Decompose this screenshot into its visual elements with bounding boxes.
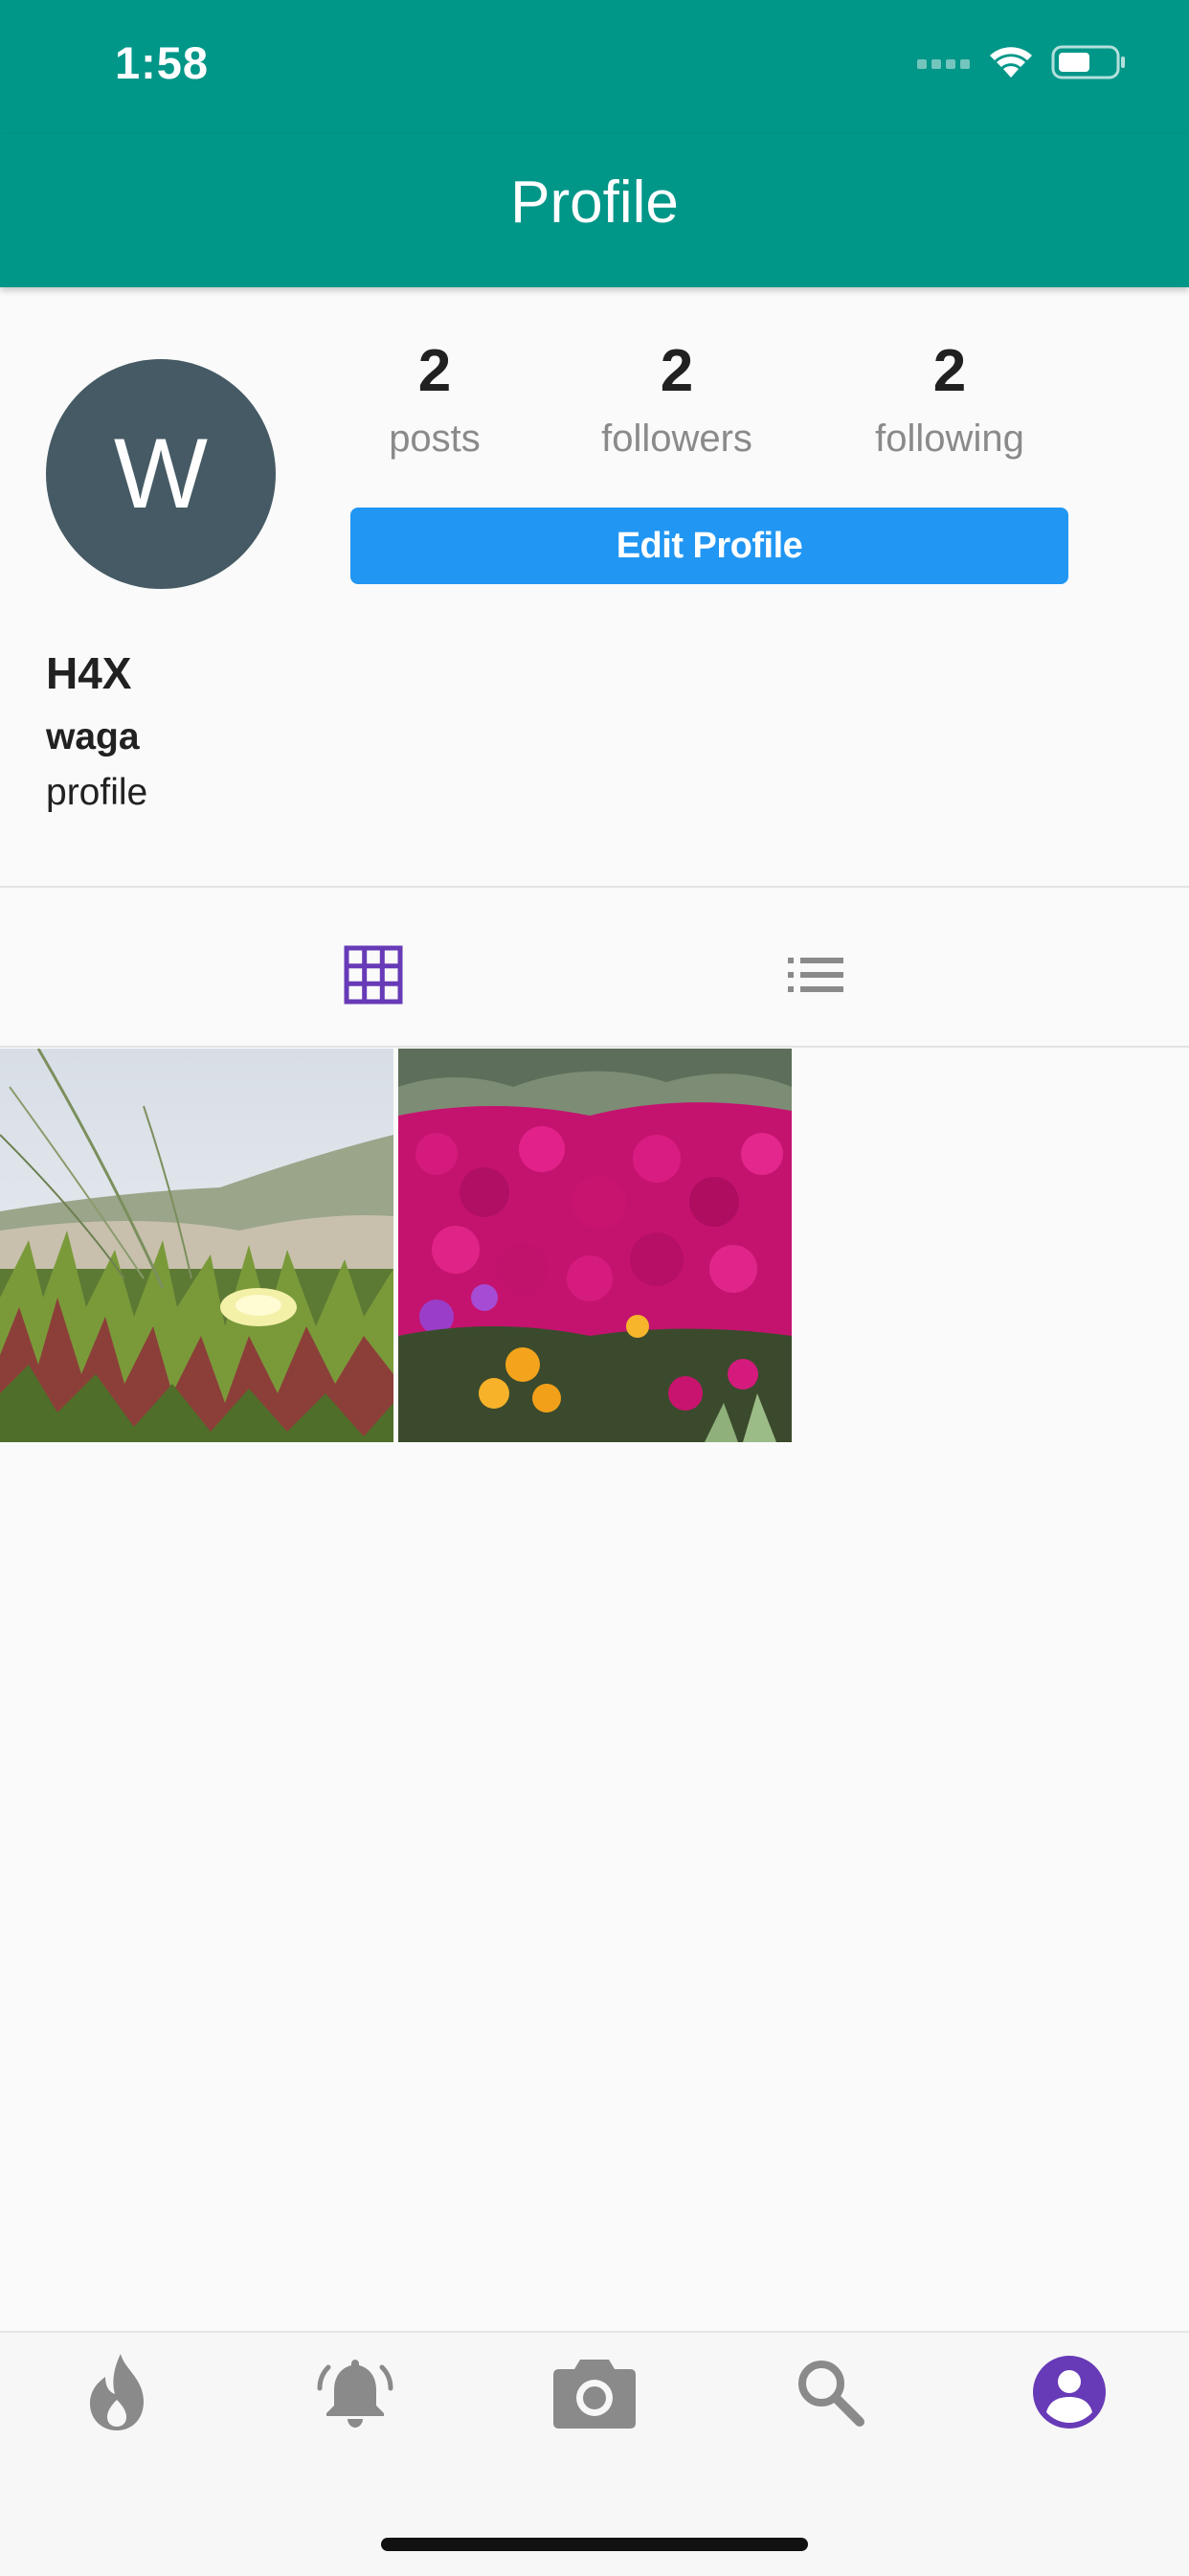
cellular-signal-icon bbox=[917, 56, 971, 74]
edit-profile-button[interactable]: Edit Profile bbox=[350, 508, 1068, 584]
avatar[interactable]: W bbox=[46, 359, 276, 589]
status-bar: 1:58 bbox=[0, 0, 1189, 134]
home-indicator bbox=[381, 2538, 808, 2551]
wifi-icon bbox=[988, 45, 1034, 84]
username: waga bbox=[46, 716, 140, 757]
tab-profile[interactable] bbox=[1026, 2351, 1112, 2437]
list-view-toggle[interactable] bbox=[777, 938, 854, 1015]
page-title: Profile bbox=[510, 169, 679, 236]
posts-count: 2 bbox=[417, 338, 452, 404]
following-label: following bbox=[875, 418, 1024, 460]
display-name: H4X bbox=[46, 648, 132, 698]
grid-view-toggle[interactable] bbox=[335, 938, 412, 1015]
tab-camera[interactable] bbox=[551, 2351, 638, 2437]
bio: profile bbox=[46, 772, 148, 813]
app-header: Profile bbox=[0, 134, 1189, 287]
bell-icon bbox=[315, 2354, 395, 2435]
grid-view-icon bbox=[344, 945, 403, 1009]
account-icon bbox=[1032, 2355, 1107, 2434]
battery-icon bbox=[1051, 44, 1128, 85]
tab-feed[interactable] bbox=[75, 2351, 161, 2437]
tab-notifications[interactable] bbox=[312, 2351, 398, 2437]
posts-stat[interactable]: 2 posts bbox=[320, 333, 550, 467]
flame-icon bbox=[84, 2352, 151, 2437]
avatar-initial: W bbox=[113, 418, 209, 530]
toggle-divider bbox=[0, 1046, 1189, 1048]
section-divider bbox=[0, 886, 1189, 888]
status-icons bbox=[917, 44, 1128, 85]
list-view-icon bbox=[788, 957, 843, 997]
photo-magenta-flowers[interactable] bbox=[398, 1049, 792, 1442]
followers-count: 2 bbox=[660, 338, 694, 404]
photo-dune-flower[interactable] bbox=[0, 1049, 393, 1442]
following-stat[interactable]: 2 following bbox=[835, 333, 1065, 467]
following-count: 2 bbox=[932, 338, 967, 404]
camera-icon bbox=[551, 2354, 638, 2435]
search-icon bbox=[795, 2357, 865, 2432]
followers-stat[interactable]: 2 followers bbox=[562, 333, 792, 467]
followers-label: followers bbox=[601, 418, 752, 460]
status-time: 1:58 bbox=[115, 37, 210, 88]
tab-search[interactable] bbox=[787, 2351, 873, 2437]
posts-label: posts bbox=[389, 418, 481, 460]
